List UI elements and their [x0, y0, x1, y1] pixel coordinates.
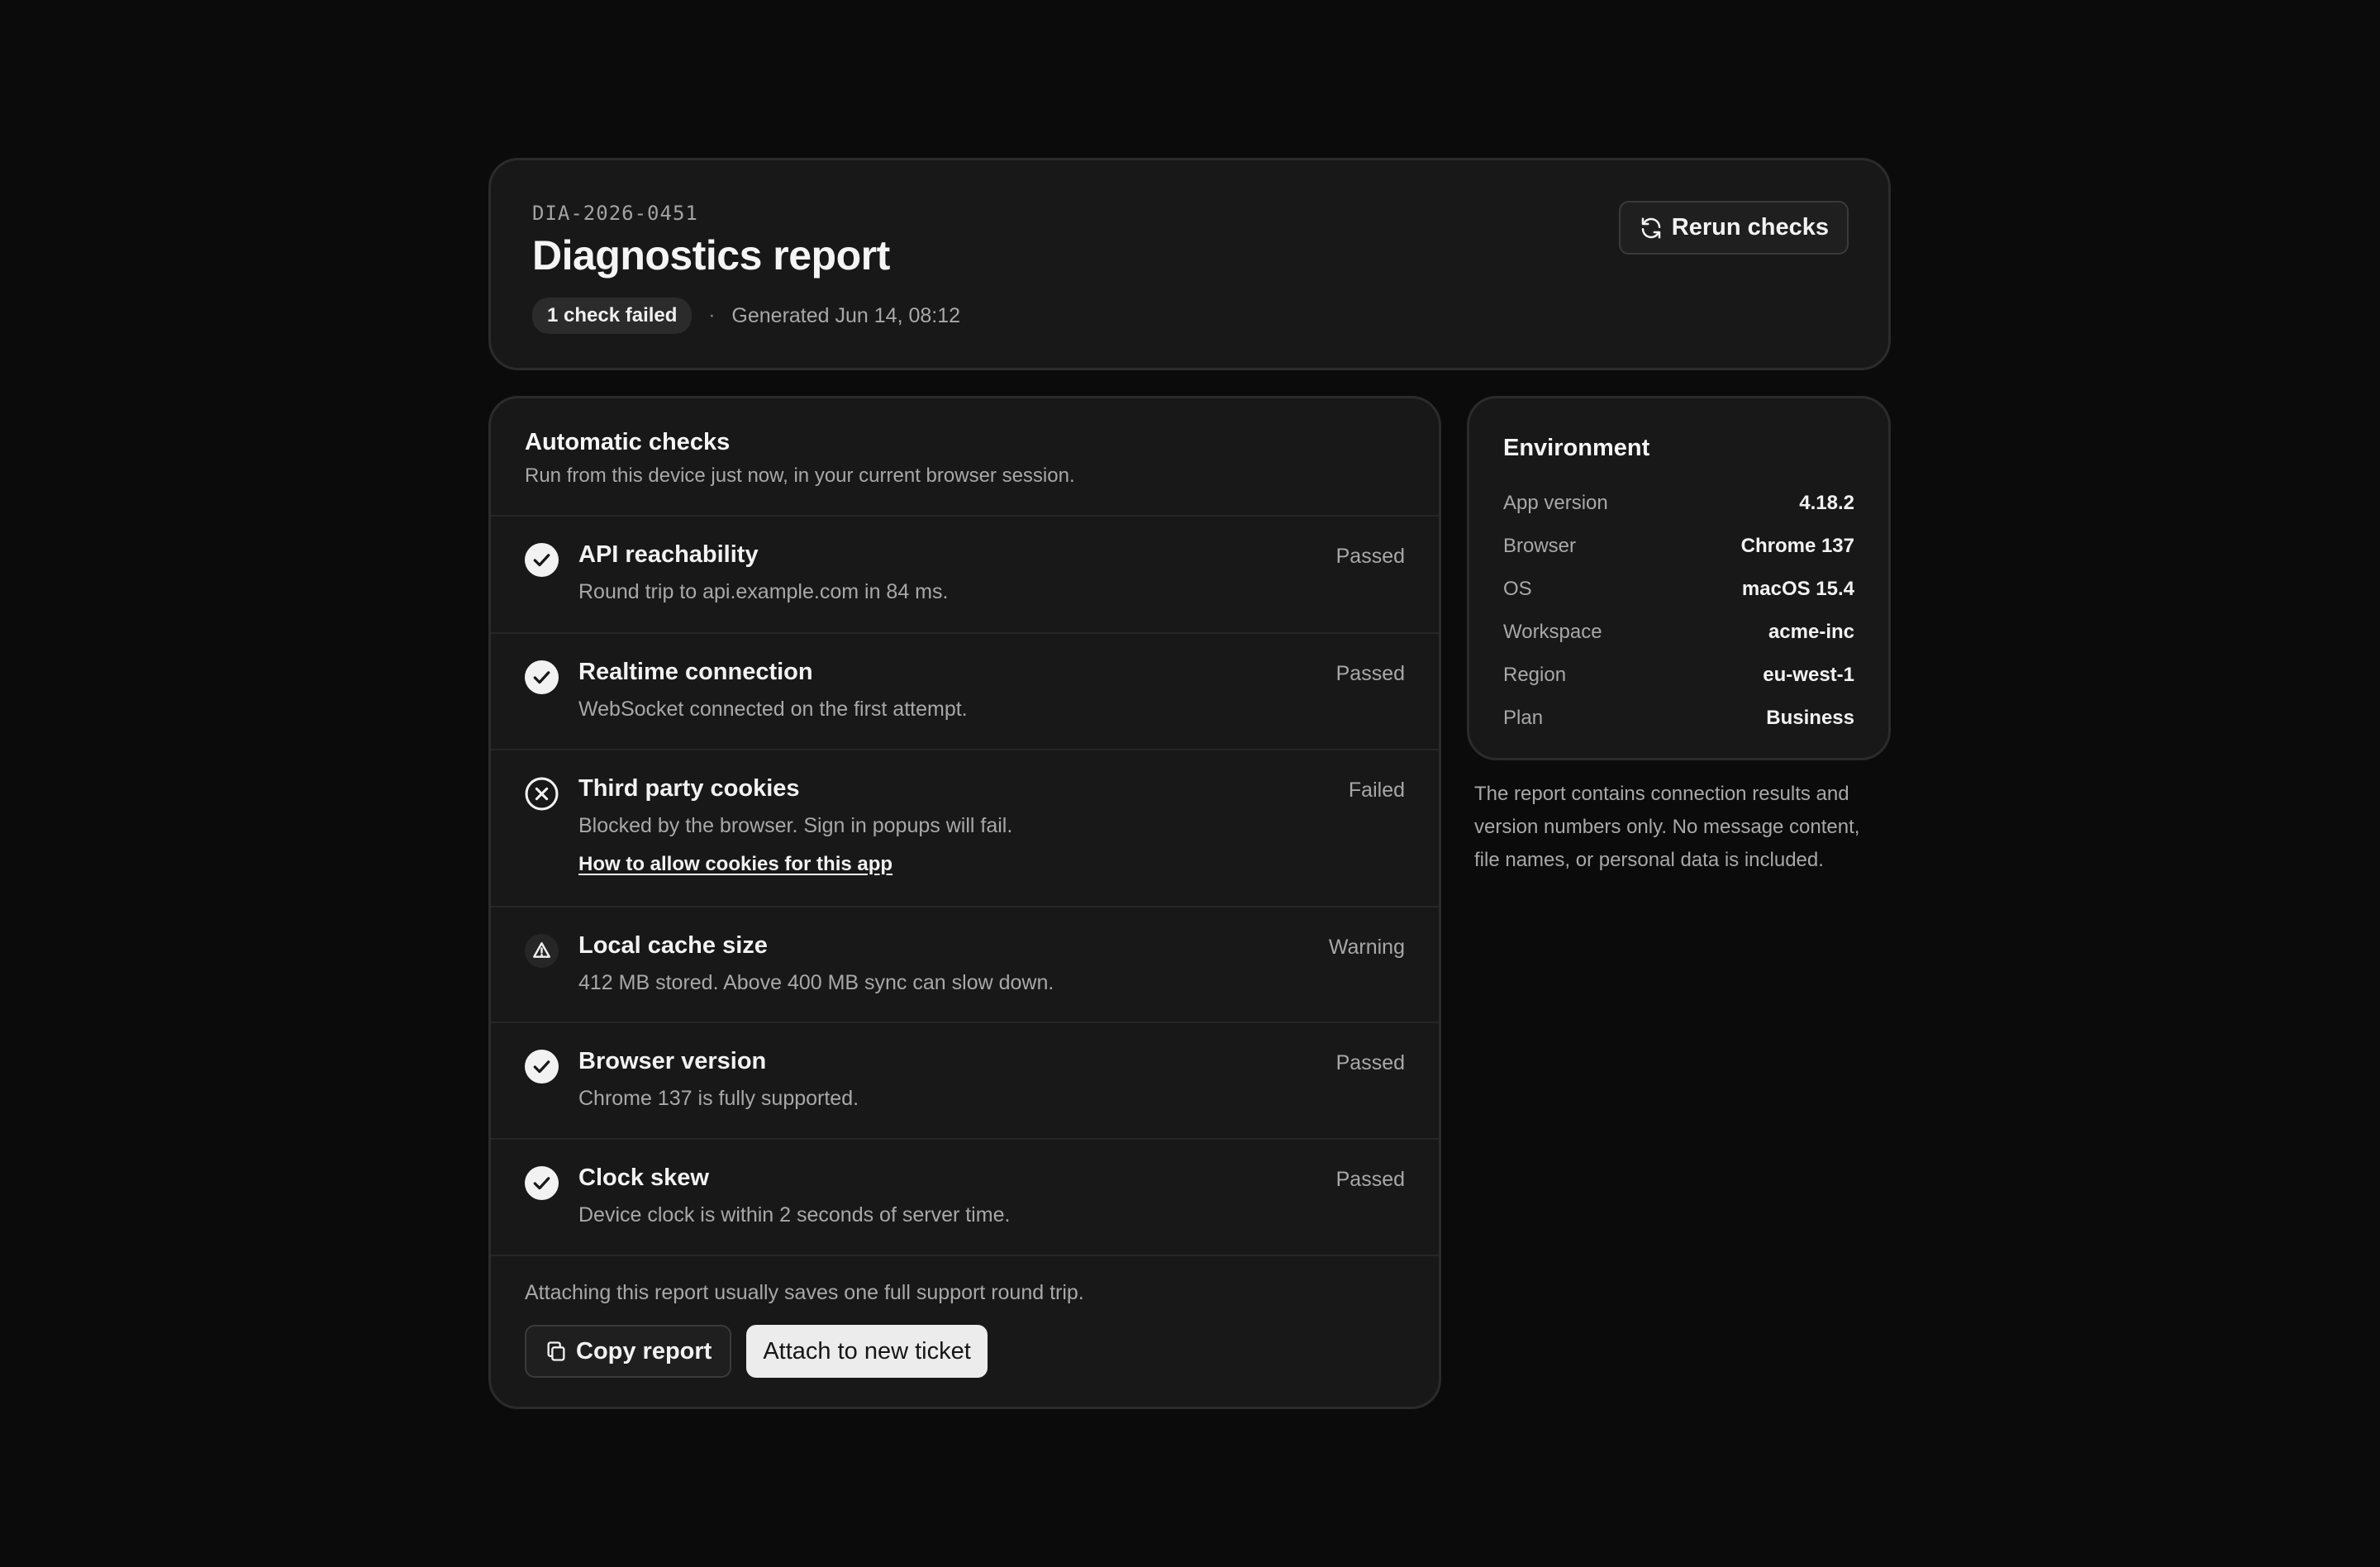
- privacy-note: The report contains connection results a…: [1474, 783, 1860, 871]
- environment-title: Environment: [1503, 435, 1650, 461]
- x-circle-icon: [525, 777, 559, 811]
- check-description: Blocked by the browser. Sign in popups w…: [578, 814, 1013, 837]
- check-circle-icon: [525, 1050, 559, 1084]
- env-key: Workspace: [1503, 621, 1602, 643]
- check-name: Local cache size: [578, 932, 768, 959]
- env-key: OS: [1503, 578, 1532, 600]
- check-name: Clock skew: [578, 1165, 709, 1191]
- env-row-workspace: Workspace acme-inc: [1503, 611, 1854, 654]
- env-value: Chrome 137: [1740, 535, 1854, 557]
- check-row-clock-skew: Clock skew Device clock is within 2 seco…: [491, 1140, 1439, 1256]
- env-value: macOS 15.4: [1741, 578, 1854, 600]
- env-key: Region: [1503, 664, 1567, 686]
- env-row-app-version: App version 4.18.2: [1503, 482, 1854, 525]
- check-status: Passed: [1335, 1168, 1405, 1191]
- checks-title: Automatic checks: [525, 429, 731, 455]
- check-name: Realtime connection: [578, 659, 813, 685]
- copy-report-button[interactable]: Copy report: [525, 1325, 732, 1378]
- env-row-region: Region eu-west-1: [1503, 654, 1854, 697]
- env-value: 4.18.2: [1799, 492, 1854, 514]
- check-description: Chrome 137 is fully supported.: [578, 1087, 859, 1110]
- check-name: Browser version: [578, 1048, 767, 1074]
- check-row-browser-version: Browser version Chrome 137 is fully supp…: [491, 1023, 1439, 1140]
- allow-cookies-help-link[interactable]: How to allow cookies for this app: [578, 853, 892, 876]
- env-value: eu-west-1: [1763, 664, 1854, 686]
- check-circle-icon: [525, 543, 559, 577]
- check-status: Failed: [1348, 779, 1405, 802]
- env-value: acme-inc: [1768, 621, 1854, 643]
- env-row-browser: Browser Chrome 137: [1503, 525, 1854, 568]
- check-description: Round trip to api.example.com in 84 ms.: [578, 580, 949, 603]
- environment-card: Environment App version 4.18.2 Browser C…: [1467, 396, 1891, 760]
- check-name: Third party cookies: [578, 775, 800, 802]
- warning-triangle-icon: [525, 934, 559, 968]
- attach-to-ticket-button[interactable]: Attach to new ticket: [746, 1325, 988, 1378]
- refresh-icon: [1641, 217, 1661, 238]
- rerun-checks-button[interactable]: Rerun checks: [1618, 201, 1849, 255]
- env-value: Business: [1766, 707, 1854, 729]
- checks-subtitle: Run from this device just now, in your c…: [525, 464, 1075, 487]
- check-name: API reachability: [578, 541, 759, 568]
- env-row-os: OS macOS 15.4: [1503, 568, 1854, 611]
- check-row-api-reachability: API reachability Round trip to api.examp…: [491, 517, 1439, 634]
- check-status: Passed: [1335, 662, 1405, 685]
- check-description: 412 MB stored. Above 400 MB sync can slo…: [578, 971, 1054, 994]
- meta-separator: ·: [708, 304, 716, 326]
- check-circle-icon: [525, 1166, 559, 1200]
- report-meta: 1 check failed · Generated Jun 14, 08:12: [532, 298, 960, 334]
- check-description: WebSocket connected on the first attempt…: [578, 698, 968, 721]
- status-badge: 1 check failed: [532, 298, 693, 334]
- check-row-third-party-cookies: Third party cookies Blocked by the brows…: [491, 750, 1439, 907]
- generated-timestamp: Generated Jun 14, 08:12: [731, 303, 961, 327]
- checks-footer: Attaching this report usually saves one …: [491, 1256, 1439, 1378]
- report-id: DIA-2026-0451: [532, 202, 698, 225]
- env-key: Browser: [1503, 535, 1577, 557]
- env-key: Plan: [1503, 707, 1544, 729]
- copy-icon: [547, 1341, 565, 1361]
- automatic-checks-card: Automatic checks Run from this device ju…: [488, 396, 1441, 1409]
- check-status: Warning: [1328, 936, 1405, 959]
- check-status: Passed: [1335, 545, 1405, 568]
- footer-actions: Copy report Attach to new ticket: [525, 1325, 1405, 1378]
- copy-report-label: Copy report: [576, 1337, 712, 1365]
- check-circle-icon: [525, 660, 559, 694]
- report-header-card: DIA-2026-0451 Diagnostics report 1 check…: [488, 158, 1891, 370]
- check-row-local-cache-size: Local cache size 412 MB stored. Above 40…: [491, 907, 1439, 1023]
- check-description: Device clock is within 2 seconds of serv…: [578, 1203, 1011, 1226]
- diagnostics-page: DIA-2026-0451 Diagnostics report 1 check…: [488, 158, 1891, 1409]
- page-title: Diagnostics report: [532, 232, 890, 279]
- env-row-plan: Plan Business: [1503, 697, 1854, 740]
- env-key: App version: [1503, 492, 1608, 514]
- rerun-checks-label: Rerun checks: [1671, 214, 1829, 241]
- footer-note: Attaching this report usually saves one …: [525, 1281, 1084, 1304]
- check-row-realtime-connection: Realtime connection WebSocket connected …: [491, 634, 1439, 750]
- environment-list: App version 4.18.2 Browser Chrome 137 OS…: [1503, 482, 1854, 740]
- check-status: Passed: [1335, 1051, 1405, 1074]
- checks-header: Automatic checks Run from this device ju…: [491, 398, 1439, 517]
